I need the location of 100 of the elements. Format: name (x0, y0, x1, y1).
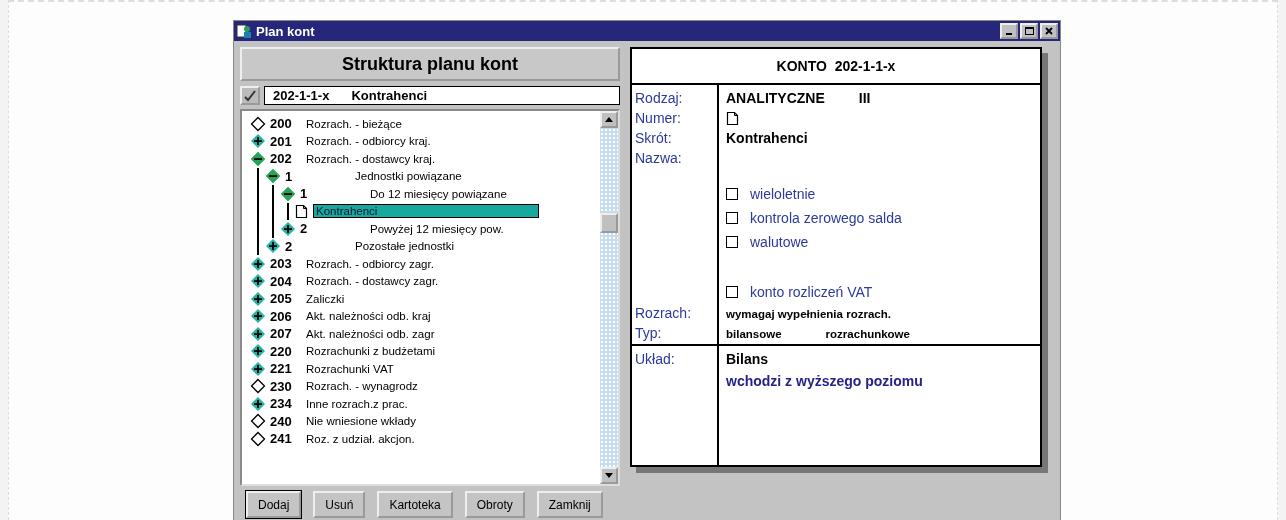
action-button[interactable]: Zamknij (536, 491, 603, 518)
minimize-button[interactable] (1000, 23, 1018, 39)
tree-item[interactable]: Rozrach. - dostawcy kraj. (304, 152, 438, 165)
collapse-icon[interactable] (265, 168, 281, 185)
account-code: 220 (270, 343, 293, 359)
document-icon (726, 110, 740, 126)
expand-icon[interactable] (250, 290, 266, 307)
document-icon (295, 203, 309, 219)
tree-item[interactable]: Inne rozrach.z prac. (304, 397, 410, 410)
collapse-icon[interactable] (280, 185, 296, 202)
close-button[interactable] (1040, 23, 1058, 39)
expand-icon[interactable] (250, 308, 266, 325)
checkbox[interactable] (726, 236, 738, 248)
action-button[interactable]: Dodaj (246, 491, 302, 518)
window-title: Plan kont (256, 23, 316, 39)
field-label: Nazwa: (635, 149, 683, 168)
account-code: 205 (270, 291, 293, 307)
tree-item[interactable]: Rozrachunki z budżetami (304, 345, 438, 358)
field-value: rozrachunkowe (825, 328, 910, 340)
field-label: Typ: (635, 324, 663, 343)
expand-icon[interactable] (250, 325, 266, 342)
tree-item[interactable]: Rozrach. - bieżące (304, 117, 404, 130)
tree-item[interactable]: Kontrahenci (313, 204, 539, 219)
field-value: Bilans (726, 350, 769, 369)
account-code: 206 (270, 308, 293, 324)
checkbox-label: kontrola zerowego salda (750, 210, 902, 226)
account-code: 204 (270, 273, 293, 289)
maximize-button[interactable] (1020, 23, 1038, 39)
scrollbar[interactable] (600, 111, 618, 484)
account-code: 221 (270, 361, 293, 377)
action-button[interactable]: Usuń (313, 491, 366, 518)
collapse-icon[interactable] (250, 150, 266, 167)
scroll-up-button[interactable] (600, 111, 618, 128)
checkmark-button[interactable] (240, 86, 260, 105)
field-value: wymagaj wypełnienia rozrach. (726, 307, 892, 322)
close-icon (1045, 27, 1053, 35)
tree-item[interactable]: Roz. z udział. akcjon. (304, 432, 417, 445)
checkbox[interactable] (726, 188, 738, 200)
account-code: 207 (270, 326, 293, 342)
tree-item[interactable]: Rozrach. - wynagrodz (304, 380, 420, 393)
account-code: 230 (270, 378, 293, 394)
tree-item[interactable]: Zaliczki (304, 292, 347, 305)
expand-icon[interactable] (280, 220, 296, 237)
tree-item[interactable]: Rozrachunki VAT (304, 362, 396, 375)
tree-item[interactable]: Jednostki powiązane (353, 170, 464, 183)
tree-item[interactable]: Rozrach. - odbiorcy zagr. (304, 257, 436, 270)
checkbox-label: walutowe (750, 234, 809, 250)
scroll-down-button[interactable] (600, 467, 618, 484)
account-code: 203 (270, 256, 293, 272)
field-value: bilansowe (726, 328, 782, 340)
action-button[interactable]: Obroty (464, 491, 525, 518)
field-label: Skrót: (635, 129, 673, 148)
expand-icon[interactable] (250, 273, 266, 290)
scroll-thumb[interactable] (600, 213, 618, 233)
expand-icon[interactable] (250, 395, 266, 412)
account-code: 202 (270, 151, 293, 167)
card-title: KONTO 202-1-1-x (632, 49, 1040, 85)
account-code: 241 (270, 431, 293, 447)
down-arrow-icon (605, 473, 613, 478)
tree-item[interactable]: Powyżej 12 miesięcy pow. (368, 222, 506, 235)
path-field[interactable]: 202-1-1-x Kontrahenci (264, 86, 620, 105)
expand-icon[interactable] (250, 343, 266, 360)
maximize-icon (1024, 27, 1034, 35)
tree-item[interactable]: Rozrach. - odbiorcy kraj. (304, 135, 433, 148)
panel-heading: Struktura planu kont (240, 47, 620, 81)
field-value: ANALITYCZNE (726, 90, 825, 106)
up-arrow-icon (605, 117, 613, 122)
action-button[interactable]: Kartoteka (377, 491, 453, 518)
checkbox-label: konto rozliczeń VAT (750, 284, 873, 300)
tree-item[interactable]: Akt. należności odb. zagr (304, 327, 437, 340)
checkbox[interactable] (726, 212, 738, 224)
tree-item[interactable]: Pozostałe jednostki (353, 240, 457, 253)
inheritance-note: wchodzi z wyższego poziomu (726, 373, 924, 389)
tree-item[interactable]: Do 12 miesięcy powiązane (368, 187, 509, 200)
checkbox-label: wieloletnie (750, 186, 816, 202)
tree-item[interactable]: Nie wniesione wkłady (304, 415, 418, 428)
level-value: III (858, 90, 871, 106)
field-value: Kontrahenci (726, 129, 809, 148)
tree-item[interactable]: Akt. należności odb. kraj (304, 310, 433, 323)
field-label: Rodzaj: (635, 89, 684, 108)
checkbox[interactable] (726, 286, 738, 298)
account-code: 240 (270, 413, 293, 429)
field-label: Rozrach: (635, 304, 693, 323)
account-code: 2 (285, 238, 294, 254)
field-label: Układ: (635, 350, 676, 369)
expand-icon[interactable] (250, 133, 266, 150)
expand-icon[interactable] (265, 238, 281, 255)
account-code: 2 (300, 221, 309, 237)
account-code: 234 (270, 396, 293, 412)
tree-item[interactable]: Rozrach. - dostawcy zagr. (304, 275, 441, 288)
checkmark-icon (244, 89, 256, 102)
account-code: 1 (300, 186, 309, 202)
app-icon (236, 23, 252, 39)
expand-icon[interactable] (250, 255, 266, 272)
field-label: Numer: (635, 109, 682, 128)
expand-icon[interactable] (250, 360, 266, 377)
account-code: 200 (270, 116, 293, 132)
empty-node-icon (250, 115, 266, 132)
account-code: 201 (270, 133, 293, 149)
account-code: 1 (285, 168, 294, 184)
